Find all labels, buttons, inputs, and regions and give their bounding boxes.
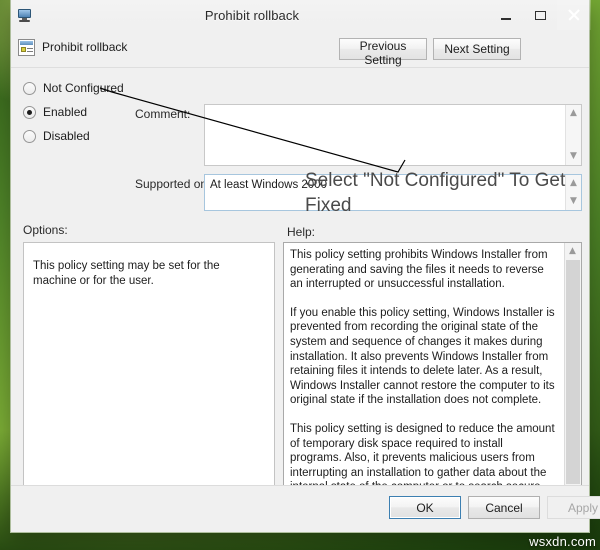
policy-header: Prohibit rollback Previous Setting Next … bbox=[11, 30, 589, 68]
supported-on-field[interactable]: At least Windows 2000 ▲ ▼ bbox=[204, 174, 582, 211]
supported-on-value: At least Windows 2000 bbox=[210, 179, 327, 191]
chevron-up-icon[interactable]: ▲ bbox=[566, 176, 581, 191]
radio-not-configured-indicator bbox=[23, 81, 36, 95]
radio-not-configured-label: Not Configured bbox=[43, 81, 124, 95]
options-description: This policy setting may be set for the m… bbox=[33, 260, 220, 287]
help-scrollbar-thumb[interactable] bbox=[566, 260, 580, 484]
supported-on-label: Supported on: bbox=[135, 177, 211, 191]
minimize-icon bbox=[501, 17, 511, 20]
options-label: Options: bbox=[23, 223, 68, 237]
window-title: Prohibit rollback bbox=[204, 7, 300, 23]
minimize-button[interactable] bbox=[489, 0, 523, 30]
help-label: Help: bbox=[287, 225, 316, 239]
dialog-client-area: Prohibit rollback Previous Setting Next … bbox=[11, 30, 600, 532]
comment-label: Comment: bbox=[135, 107, 191, 121]
radio-enabled-label: Enabled bbox=[43, 105, 88, 119]
radio-disabled-label: Disabled bbox=[43, 129, 90, 143]
next-setting-button[interactable]: Next Setting bbox=[433, 38, 521, 60]
comment-input[interactable]: ▲ ▼ bbox=[204, 104, 582, 166]
cancel-button[interactable]: Cancel bbox=[468, 496, 540, 519]
ok-button[interactable]: OK bbox=[389, 496, 461, 519]
close-button[interactable] bbox=[557, 0, 591, 30]
radio-disabled[interactable]: Disabled bbox=[23, 124, 173, 148]
maximize-icon bbox=[534, 10, 546, 20]
dialog-footer: OK Cancel Apply bbox=[11, 485, 600, 532]
prohibit-rollback-dialog: Prohibit rollback Prohibit rollback Prev… bbox=[10, 0, 600, 533]
chevron-up-icon[interactable]: ▲ bbox=[565, 244, 580, 259]
help-paragraph: If you enable this policy setting, Windo… bbox=[290, 306, 555, 407]
previous-setting-button[interactable]: Previous Setting bbox=[339, 38, 427, 67]
monitor-policy-icon bbox=[17, 7, 33, 23]
title-bar: Prohibit rollback bbox=[11, 0, 591, 30]
site-watermark: wsxdn.com bbox=[529, 534, 596, 549]
policy-name: Prohibit rollback bbox=[42, 40, 128, 54]
help-scrollbar[interactable]: ▲ ▼ bbox=[564, 243, 581, 523]
help-pane[interactable]: This policy setting prohibits Windows In… bbox=[283, 242, 582, 524]
chevron-down-icon[interactable]: ▼ bbox=[566, 194, 581, 209]
chevron-up-icon[interactable]: ▲ bbox=[566, 106, 581, 121]
comment-scrollbar[interactable]: ▲ ▼ bbox=[565, 105, 581, 165]
help-paragraph: This policy setting prohibits Windows In… bbox=[290, 249, 548, 291]
maximize-button[interactable] bbox=[523, 0, 557, 30]
supported-on-scrollbar[interactable]: ▲ ▼ bbox=[565, 175, 581, 210]
radio-not-configured[interactable]: Not Configured bbox=[23, 76, 173, 100]
policy-setting-icon bbox=[18, 39, 35, 56]
help-text-body: This policy setting prohibits Windows In… bbox=[290, 248, 556, 518]
chevron-down-icon[interactable]: ▼ bbox=[566, 149, 581, 164]
options-pane[interactable]: This policy setting may be set for the m… bbox=[23, 242, 275, 524]
apply-button: Apply bbox=[547, 496, 600, 519]
close-icon bbox=[568, 9, 580, 21]
radio-enabled-indicator bbox=[23, 105, 36, 119]
radio-disabled-indicator bbox=[23, 129, 36, 143]
